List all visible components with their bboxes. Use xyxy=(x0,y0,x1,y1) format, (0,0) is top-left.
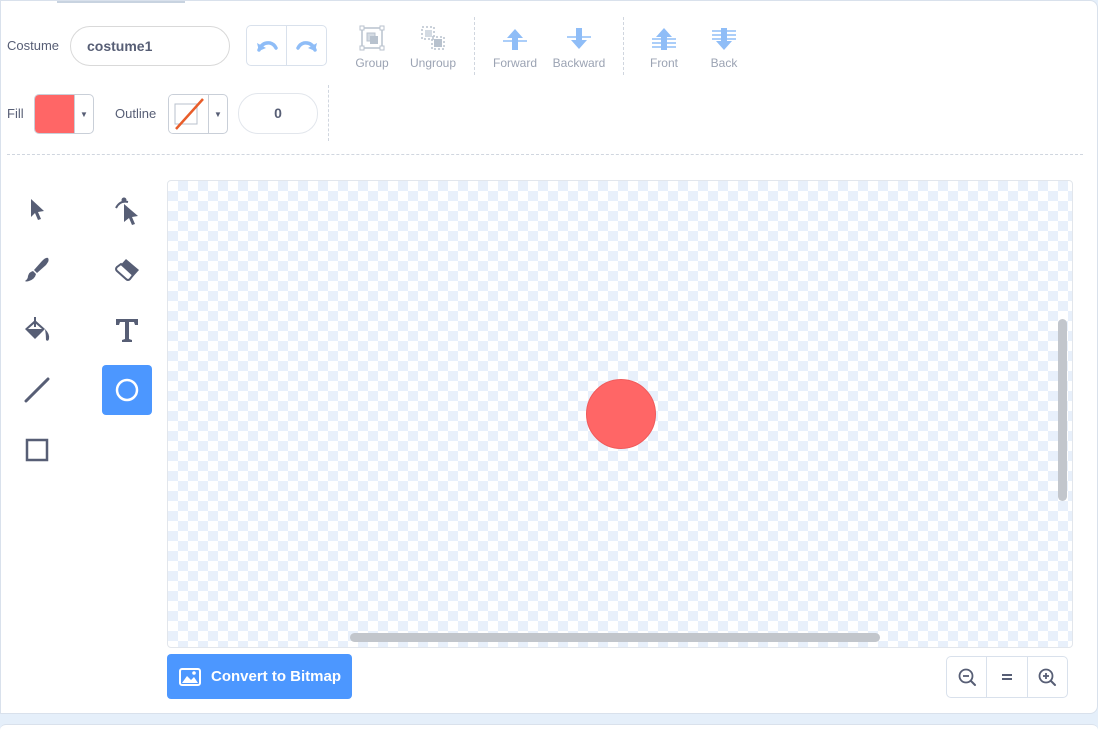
chevron-down-icon: ▼ xyxy=(214,109,222,119)
toolbar-divider xyxy=(474,17,475,75)
select-arrow-icon xyxy=(31,199,44,220)
fill-bucket-icon xyxy=(25,317,50,341)
undo-redo-group xyxy=(246,25,327,66)
ungroup-label: Ungroup xyxy=(409,56,457,70)
group-label: Group xyxy=(355,56,389,70)
forward-label: Forward xyxy=(492,56,537,70)
tool-reshape[interactable] xyxy=(102,185,152,235)
line-icon xyxy=(24,377,50,403)
eraser-icon xyxy=(115,259,139,281)
tool-eraser[interactable] xyxy=(102,245,152,295)
redo-button[interactable] xyxy=(286,26,326,65)
tool-rectangle[interactable] xyxy=(12,425,62,475)
front-button[interactable]: Front xyxy=(632,23,696,70)
back-label: Back xyxy=(710,56,738,70)
costume-label: Costume xyxy=(7,38,60,53)
toolbar-divider xyxy=(7,154,1083,155)
tool-line[interactable] xyxy=(12,365,62,415)
zoom-reset-icon xyxy=(1001,674,1012,680)
outline-label: Outline xyxy=(115,106,157,121)
reshape-icon xyxy=(115,197,138,225)
backward-label: Backward xyxy=(552,56,606,70)
zoom-in-button[interactable] xyxy=(1026,657,1067,697)
horizontal-scrollbar[interactable] xyxy=(350,633,880,642)
fill-label: Fill xyxy=(7,106,24,121)
back-button[interactable]: Back xyxy=(692,23,756,70)
backward-icon xyxy=(567,28,591,49)
tab-strip xyxy=(57,1,185,3)
toolbar-divider xyxy=(328,85,329,141)
zoom-controls xyxy=(946,656,1068,698)
fill-color-picker[interactable]: ▼ xyxy=(34,94,94,134)
drawing-canvas[interactable] xyxy=(167,180,1073,648)
tool-select[interactable] xyxy=(12,185,62,235)
costume-name-input[interactable]: costume1 xyxy=(70,26,230,66)
zoom-reset-button[interactable] xyxy=(986,657,1026,697)
canvas-circle-shape[interactable] xyxy=(586,379,656,449)
undo-button[interactable] xyxy=(247,26,286,65)
forward-button[interactable]: Forward xyxy=(483,23,547,70)
outline-color-picker[interactable]: ▼ xyxy=(168,94,228,134)
text-icon xyxy=(116,319,138,342)
front-label: Front xyxy=(649,56,678,70)
tool-circle[interactable] xyxy=(102,365,152,415)
front-icon xyxy=(652,28,676,50)
convert-to-bitmap-label: Convert to Bitmap xyxy=(211,668,342,685)
rectangle-icon xyxy=(25,438,49,462)
no-color-icon xyxy=(174,98,204,130)
convert-to-bitmap-button[interactable]: Convert to Bitmap xyxy=(167,654,352,699)
bitmap-icon xyxy=(179,667,201,686)
vertical-scrollbar[interactable] xyxy=(1058,319,1067,501)
group-button[interactable]: Group xyxy=(340,23,404,70)
tool-text[interactable] xyxy=(102,305,152,355)
chevron-down-icon: ▼ xyxy=(80,109,88,119)
forward-icon xyxy=(503,29,527,50)
undo-icon xyxy=(256,40,278,52)
back-icon xyxy=(712,28,736,50)
tool-fill[interactable] xyxy=(12,305,62,355)
paint-editor: Costume costume1 Group Ungroup Forward B… xyxy=(0,0,1098,714)
tool-brush[interactable] xyxy=(12,245,62,295)
circle-icon xyxy=(115,378,139,402)
ungroup-icon xyxy=(421,26,445,50)
zoom-in-icon xyxy=(1038,668,1057,686)
outline-swatch xyxy=(169,95,209,133)
backward-button[interactable]: Backward xyxy=(547,23,611,70)
zoom-out-button[interactable] xyxy=(947,657,986,697)
group-icon xyxy=(359,25,385,51)
zoom-out-icon xyxy=(958,668,976,686)
bottom-panel xyxy=(0,724,1098,732)
ungroup-button[interactable]: Ungroup xyxy=(401,23,465,70)
toolbar-divider xyxy=(623,17,624,75)
redo-icon xyxy=(295,40,317,52)
fill-swatch xyxy=(35,95,75,133)
outline-width-input[interactable]: 0 xyxy=(238,93,318,134)
brush-icon xyxy=(25,257,49,282)
